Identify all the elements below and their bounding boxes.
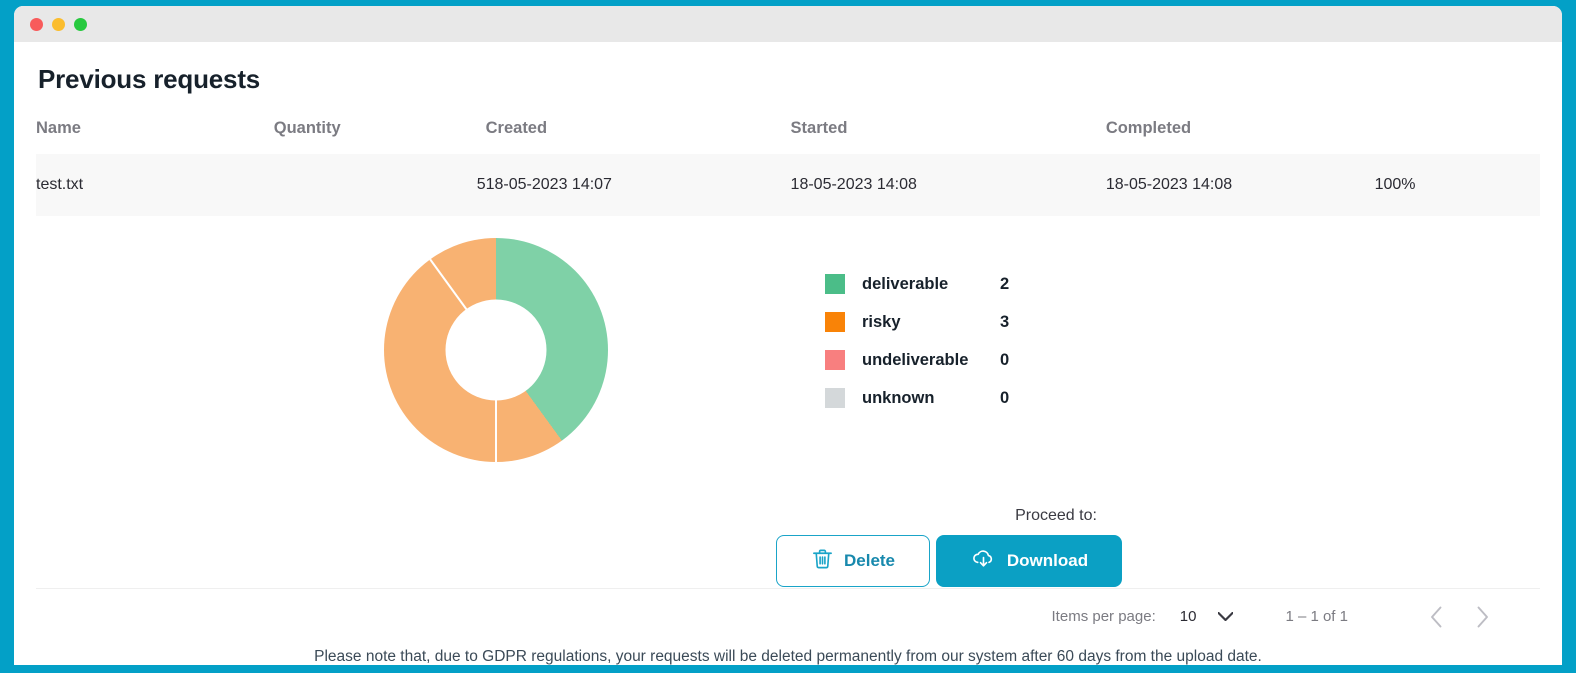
legend-swatch-unknown bbox=[825, 388, 845, 408]
close-window-button[interactable] bbox=[30, 18, 43, 31]
actions-panel: Proceed to: Delete bbox=[776, 507, 1146, 587]
next-page-button[interactable] bbox=[1462, 597, 1502, 637]
donut-slices bbox=[384, 238, 608, 462]
cloud-download-icon bbox=[970, 547, 997, 576]
column-header-created[interactable]: Created bbox=[486, 113, 791, 154]
cell-started: 18-05-2023 14:08 bbox=[791, 154, 1106, 216]
column-header-quantity[interactable]: Quantity bbox=[274, 113, 486, 154]
column-header-completed[interactable]: Completed bbox=[1106, 113, 1375, 154]
legend-value-deliverable: 2 bbox=[1000, 275, 1009, 294]
delete-button-label: Delete bbox=[844, 551, 895, 571]
cell-quantity: 5 bbox=[274, 154, 486, 216]
chart-legend: deliverable 2 risky 3 undeliverable 0 bbox=[825, 265, 1009, 417]
app-frame: Previous requests Name Quantity Created … bbox=[0, 0, 1576, 673]
legend-label-undeliverable: undeliverable bbox=[862, 351, 1000, 370]
items-per-page-label: Items per page: bbox=[1052, 608, 1156, 625]
browser-window: Previous requests Name Quantity Created … bbox=[14, 6, 1562, 665]
requests-table: Name Quantity Created Started Completed … bbox=[36, 113, 1540, 216]
cell-created: 18-05-2023 14:07 bbox=[486, 154, 791, 216]
paginator: Items per page: 10 1 – 1 of 1 bbox=[36, 588, 1540, 644]
legend-label-unknown: unknown bbox=[862, 389, 1000, 408]
page-title: Previous requests bbox=[38, 42, 1540, 95]
donut-chart bbox=[384, 238, 630, 476]
legend-swatch-undeliverable bbox=[825, 350, 845, 370]
minimize-window-button[interactable] bbox=[52, 18, 65, 31]
page-size-value[interactable]: 10 bbox=[1180, 608, 1197, 625]
legend-swatch-deliverable bbox=[825, 274, 845, 294]
results-chart-area: deliverable 2 risky 3 undeliverable 0 bbox=[36, 238, 1540, 488]
legend-item-unknown[interactable]: unknown 0 bbox=[825, 379, 1009, 417]
legend-swatch-risky bbox=[825, 312, 845, 332]
table-row[interactable]: test.txt 5 18-05-2023 14:07 18-05-2023 1… bbox=[36, 154, 1540, 216]
page-content: Previous requests Name Quantity Created … bbox=[14, 42, 1562, 665]
legend-item-deliverable[interactable]: deliverable 2 bbox=[825, 265, 1009, 303]
column-header-progress bbox=[1375, 113, 1540, 154]
cell-progress: 100% bbox=[1375, 154, 1540, 216]
column-header-name[interactable]: Name bbox=[36, 113, 274, 154]
window-titlebar bbox=[14, 6, 1562, 42]
previous-page-button[interactable] bbox=[1416, 597, 1456, 637]
legend-value-risky: 3 bbox=[1000, 313, 1009, 332]
table-header-row: Name Quantity Created Started Completed bbox=[36, 113, 1540, 154]
legend-label-risky: risky bbox=[862, 313, 1000, 332]
cell-completed: 18-05-2023 14:08 bbox=[1106, 154, 1375, 216]
donut-center-hole bbox=[446, 300, 547, 401]
gdpr-note: Please note that, due to GDPR regulation… bbox=[14, 648, 1562, 665]
maximize-window-button[interactable] bbox=[74, 18, 87, 31]
legend-label-deliverable: deliverable bbox=[862, 275, 1000, 294]
cell-file-name: test.txt bbox=[36, 154, 274, 216]
action-buttons-row: Delete Download bbox=[776, 535, 1146, 587]
legend-item-undeliverable[interactable]: undeliverable 0 bbox=[825, 341, 1009, 379]
trash-icon bbox=[811, 547, 834, 576]
page-range-label: 1 – 1 of 1 bbox=[1285, 608, 1348, 625]
column-header-started[interactable]: Started bbox=[791, 113, 1106, 154]
download-button-label: Download bbox=[1007, 551, 1088, 571]
legend-item-risky[interactable]: risky 3 bbox=[825, 303, 1009, 341]
proceed-to-label: Proceed to: bbox=[966, 507, 1146, 525]
legend-value-unknown: 0 bbox=[1000, 389, 1009, 408]
chevron-down-icon[interactable] bbox=[1218, 608, 1233, 626]
legend-value-undeliverable: 0 bbox=[1000, 351, 1009, 370]
download-button[interactable]: Download bbox=[936, 535, 1122, 587]
delete-button[interactable]: Delete bbox=[776, 535, 930, 587]
